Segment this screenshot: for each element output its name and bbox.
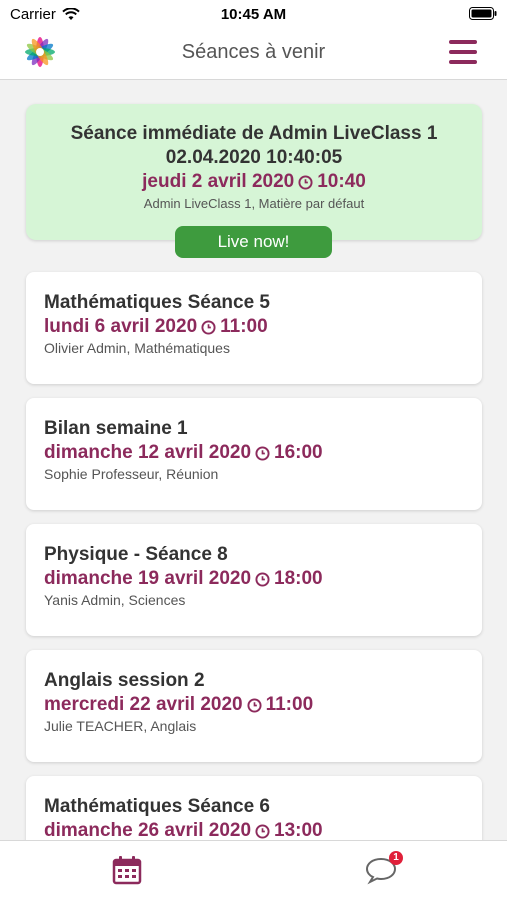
clock-time: 10:45 AM bbox=[220, 6, 287, 23]
calendar-icon[interactable] bbox=[112, 855, 142, 885]
session-day: dimanche 12 avril 2020 bbox=[44, 442, 252, 463]
clock-icon bbox=[255, 445, 270, 461]
page-title: Séances à venir bbox=[181, 41, 326, 63]
sessions-list[interactable]: Séance immédiate de Admin LiveClass 1 02… bbox=[0, 80, 507, 840]
session-title: Mathématiques Séance 5 bbox=[44, 292, 270, 313]
session-subtitle: Sophie Professeur, Réunion bbox=[44, 466, 219, 482]
live-session-subtitle: Admin LiveClass 1, Matière par défaut bbox=[143, 196, 365, 211]
session-when: lundi 6 avril 2020 11:00 bbox=[44, 316, 268, 338]
live-session-title: Séance immédiate de Admin LiveClass 1 bbox=[70, 123, 438, 144]
session-when: dimanche 12 avril 2020 16:00 bbox=[44, 442, 323, 464]
session-time: 18:00 bbox=[274, 568, 323, 589]
session-time: 11:00 bbox=[265, 694, 314, 715]
session-card[interactable]: Anglais session 2 mercredi 22 avril 2020… bbox=[26, 650, 482, 762]
session-day: mercredi 22 avril 2020 bbox=[44, 694, 243, 715]
chat-badge: 1 bbox=[389, 851, 403, 865]
clock-icon bbox=[298, 174, 313, 190]
session-card[interactable]: Mathématiques Séance 6 dimanche 26 avril… bbox=[26, 776, 482, 840]
session-time: 16:00 bbox=[274, 442, 323, 463]
session-title: Anglais session 2 bbox=[44, 670, 205, 691]
clock-icon bbox=[201, 319, 216, 335]
hamburger-menu-icon[interactable] bbox=[449, 40, 477, 64]
session-subtitle: Julie TEACHER, Anglais bbox=[44, 718, 197, 734]
session-when: mercredi 22 avril 2020 11:00 bbox=[44, 694, 313, 716]
session-day: lundi 6 avril 2020 bbox=[44, 316, 198, 337]
status-bar: Carrier 10:45 AM bbox=[0, 0, 507, 28]
session-when: dimanche 26 avril 2020 13:00 bbox=[44, 820, 323, 840]
session-card[interactable]: Bilan semaine 1 dimanche 12 avril 2020 1… bbox=[26, 398, 482, 510]
session-card[interactable]: Mathématiques Séance 5 lundi 6 avril 202… bbox=[26, 272, 482, 384]
session-title: Bilan semaine 1 bbox=[44, 418, 188, 439]
battery-icon bbox=[469, 7, 497, 20]
session-subtitle: Olivier Admin, Mathématiques bbox=[44, 340, 230, 356]
session-time: 13:00 bbox=[274, 820, 323, 840]
live-now-button[interactable]: Live now! bbox=[175, 226, 332, 258]
live-session-card[interactable]: Séance immédiate de Admin LiveClass 1 02… bbox=[26, 104, 482, 240]
live-session-time: 10:40 bbox=[317, 171, 366, 192]
live-session-when: jeudi 2 avril 2020 10:40 bbox=[26, 170, 482, 194]
tab-bar: 1 bbox=[0, 840, 507, 901]
session-title: Physique - Séance 8 bbox=[44, 544, 228, 565]
clock-icon bbox=[255, 823, 270, 839]
session-subtitle: Yanis Admin, Sciences bbox=[44, 592, 186, 608]
live-session-day: jeudi 2 avril 2020 bbox=[142, 171, 295, 192]
clock-icon bbox=[255, 571, 270, 587]
session-title: Mathématiques Séance 6 bbox=[44, 796, 270, 817]
session-day: dimanche 19 avril 2020 bbox=[44, 568, 252, 589]
live-session-datetime: 02.04.2020 10:40:05 bbox=[165, 147, 343, 168]
navigation-bar: Séances à venir bbox=[0, 28, 507, 80]
session-day: dimanche 26 avril 2020 bbox=[44, 820, 252, 840]
clock-icon bbox=[247, 697, 262, 713]
session-card[interactable]: Physique - Séance 8 dimanche 19 avril 20… bbox=[26, 524, 482, 636]
session-time: 11:00 bbox=[220, 316, 268, 337]
session-when: dimanche 19 avril 2020 18:00 bbox=[44, 568, 323, 590]
